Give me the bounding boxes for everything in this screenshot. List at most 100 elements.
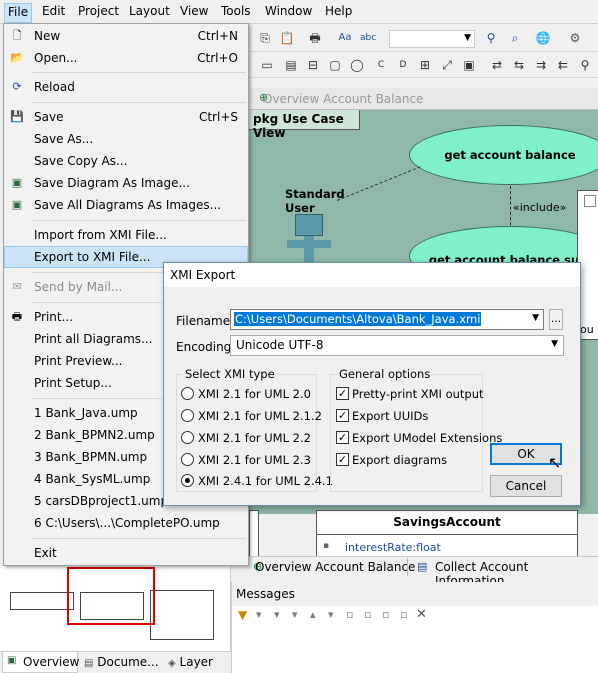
- up-icon[interactable]: ▴: [310, 608, 316, 621]
- menu-item-save-as[interactable]: Save As...: [4, 128, 248, 150]
- menu-layout[interactable]: Layout: [129, 4, 170, 18]
- replace-icon[interactable]: abc: [360, 30, 376, 46]
- browse-button[interactable]: ...: [549, 309, 563, 330]
- radio-label: XMI 2.1 for UML 2.3: [198, 453, 311, 467]
- copy-all-icon[interactable]: ▫: [364, 608, 371, 621]
- zoom-combo[interactable]: ▼: [389, 30, 475, 48]
- general-options-label: General options: [337, 367, 433, 381]
- globe-icon[interactable]: 🌐: [535, 30, 551, 46]
- link-icon[interactable]: ⤢: [439, 57, 455, 73]
- menu-help[interactable]: Help: [325, 4, 352, 18]
- menu-item-open[interactable]: 📂 Open... Ctrl+O: [4, 47, 248, 69]
- binoculars-icon[interactable]: ⌕: [507, 30, 523, 46]
- menu-item-save[interactable]: 💾 Save Ctrl+S: [4, 106, 248, 128]
- tab-overview[interactable]: ▣ Overview: [2, 652, 80, 673]
- overview-block-1: [10, 592, 74, 610]
- menu-window[interactable]: Window: [265, 4, 312, 18]
- prev-icon[interactable]: ▾: [274, 608, 280, 621]
- clear-icon[interactable]: ✕: [416, 607, 427, 622]
- checkbox-pretty-print[interactable]: ✓: [336, 387, 349, 400]
- dialog-title: XMI Export: [170, 268, 236, 282]
- main-toolbar: ⎘ 📋 🖶 Aa abc ▼ ⚲ ⌕ 🌐 ⚙: [249, 25, 598, 52]
- down-icon[interactable]: ▾: [292, 608, 298, 621]
- collapse-icon[interactable]: [584, 195, 596, 207]
- assoc2-icon[interactable]: ⇆: [511, 57, 527, 73]
- menu-item-label: 4 Bank_SysML.ump: [34, 472, 151, 486]
- radio-xmi-2-1-uml-2-2[interactable]: [181, 431, 194, 444]
- package-title: pkg Use Case View: [253, 112, 344, 140]
- diagram-tab[interactable]: ⊕ Overview Account Balance: [249, 88, 598, 110]
- filename-input[interactable]: C:\Users\Documents\Altova\Bank_Java.xmi …: [230, 309, 544, 330]
- xmi-export-dialog: XMI Export Filename: C:\Users\Documents\…: [163, 262, 581, 506]
- checkbox-export-diagrams[interactable]: ✓: [336, 453, 349, 466]
- pointer-icon[interactable]: ▭: [259, 57, 275, 73]
- radio-xmi-2-4-1-uml-2-4-1[interactable]: [181, 474, 194, 487]
- menu-view[interactable]: View: [180, 4, 208, 18]
- find-next-icon[interactable]: ▫: [400, 608, 407, 621]
- tab-documentation[interactable]: ▤ Docume...: [84, 655, 159, 669]
- radio-label: XMI 2.4.1 for UML 2.4.1: [198, 474, 333, 488]
- menu-item-save-diagram-image[interactable]: ▣ Save Diagram As Image...: [4, 172, 248, 194]
- filter-icon[interactable]: ▼: [238, 608, 247, 622]
- menu-item-label: 5 carsDBproject1.ump: [34, 494, 169, 508]
- pin-icon[interactable]: ⚲: [577, 57, 593, 73]
- find-msg-icon[interactable]: ▫: [382, 608, 389, 621]
- find-icon[interactable]: Aa: [337, 30, 353, 46]
- table-icon[interactable]: ⊟: [305, 57, 321, 73]
- encoding-dropdown-icon[interactable]: ▼: [551, 339, 558, 349]
- tab-overview-account-balance[interactable]: Overview Account Balance: [255, 560, 415, 574]
- menu-item-exit[interactable]: Exit: [4, 542, 248, 564]
- menu-item-label: Reload: [34, 80, 75, 94]
- overview-viewport[interactable]: [67, 567, 155, 625]
- encoding-label: Encoding:: [176, 340, 236, 354]
- menu-item-reload[interactable]: ⟳ Reload: [4, 76, 248, 98]
- menu-edit[interactable]: Edit: [42, 4, 65, 18]
- usecase-get-account-balance[interactable]: get account balance: [409, 125, 598, 185]
- menu-tools[interactable]: Tools: [221, 4, 251, 18]
- mouse-cursor-icon: ↖: [548, 453, 562, 472]
- hierarchy-icon[interactable]: ⚲: [483, 30, 499, 46]
- print-icon[interactable]: 🖶: [307, 30, 323, 46]
- actor-icon[interactable]: [295, 214, 323, 236]
- tool-d-icon[interactable]: D: [395, 57, 411, 73]
- ellipse-icon[interactable]: ◯: [349, 57, 365, 73]
- radio-xmi-2-1-uml-2-0[interactable]: [181, 387, 194, 400]
- filename-dropdown-icon[interactable]: ▼: [532, 313, 539, 323]
- note-icon[interactable]: ▢: [327, 57, 343, 73]
- menu-item-save-all-images[interactable]: ▣ Save All Diagrams As Images...: [4, 194, 248, 216]
- paste-icon[interactable]: 📋: [279, 30, 295, 46]
- menu-project[interactable]: Project: [78, 4, 119, 18]
- next-icon[interactable]: ▾: [256, 608, 262, 621]
- overview-block-3: [150, 590, 214, 640]
- assoc3-icon[interactable]: ⇉: [533, 57, 549, 73]
- menu-item-save-copy-as[interactable]: Save Copy As...: [4, 150, 248, 172]
- shortcut-label: Ctrl+N: [197, 29, 238, 43]
- save-all-images-icon: ▣: [11, 198, 23, 211]
- menu-file[interactable]: File: [4, 3, 33, 23]
- copy-icon[interactable]: ⎘: [257, 30, 273, 46]
- class-attribute: interestRate:float: [345, 541, 441, 554]
- class-icon[interactable]: ▤: [283, 57, 299, 73]
- image-icon[interactable]: ⊞: [417, 57, 433, 73]
- checkbox-export-umodel-extensions[interactable]: ✓: [336, 431, 349, 444]
- tab-divider: [407, 558, 408, 576]
- diagram-toolbar: ▭ ▤ ⊟ ▢ ◯ C D ⊞ ⤢ ▣ ⇄ ⇆ ⇉ ⇇ ⚲: [249, 52, 598, 78]
- settings-icon[interactable]: ⚙: [567, 30, 583, 46]
- cancel-button[interactable]: Cancel: [490, 475, 562, 497]
- assoc4-icon[interactable]: ⇇: [555, 57, 571, 73]
- encoding-select[interactable]: Unicode UTF-8 ▼: [230, 335, 564, 356]
- assoc-icon[interactable]: ⇄: [489, 57, 505, 73]
- frame-icon[interactable]: ▣: [461, 57, 477, 73]
- tab-layer[interactable]: ◈ Layer: [168, 655, 213, 669]
- copy-msg-icon[interactable]: ▫: [346, 608, 353, 621]
- tool-c-icon[interactable]: C: [373, 57, 389, 73]
- radio-xmi-2-1-uml-2-3[interactable]: [181, 453, 194, 466]
- actor-label-1: Standard: [285, 187, 345, 201]
- menu-item-recent-6[interactable]: 6 C:\Users\...\CompletePO.ump: [4, 512, 248, 534]
- menu-item-import-xmi[interactable]: Import from XMI File...: [4, 224, 248, 246]
- radio-xmi-2-1-uml-2-1-2[interactable]: [181, 409, 194, 422]
- expand-icon[interactable]: ▾: [328, 608, 334, 621]
- menu-item-new[interactable]: 🗋 New Ctrl+N: [4, 25, 248, 47]
- savings-account-class[interactable]: SavingsAccount ▪ interestRate:float: [316, 510, 578, 560]
- checkbox-export-uuids[interactable]: ✓: [336, 409, 349, 422]
